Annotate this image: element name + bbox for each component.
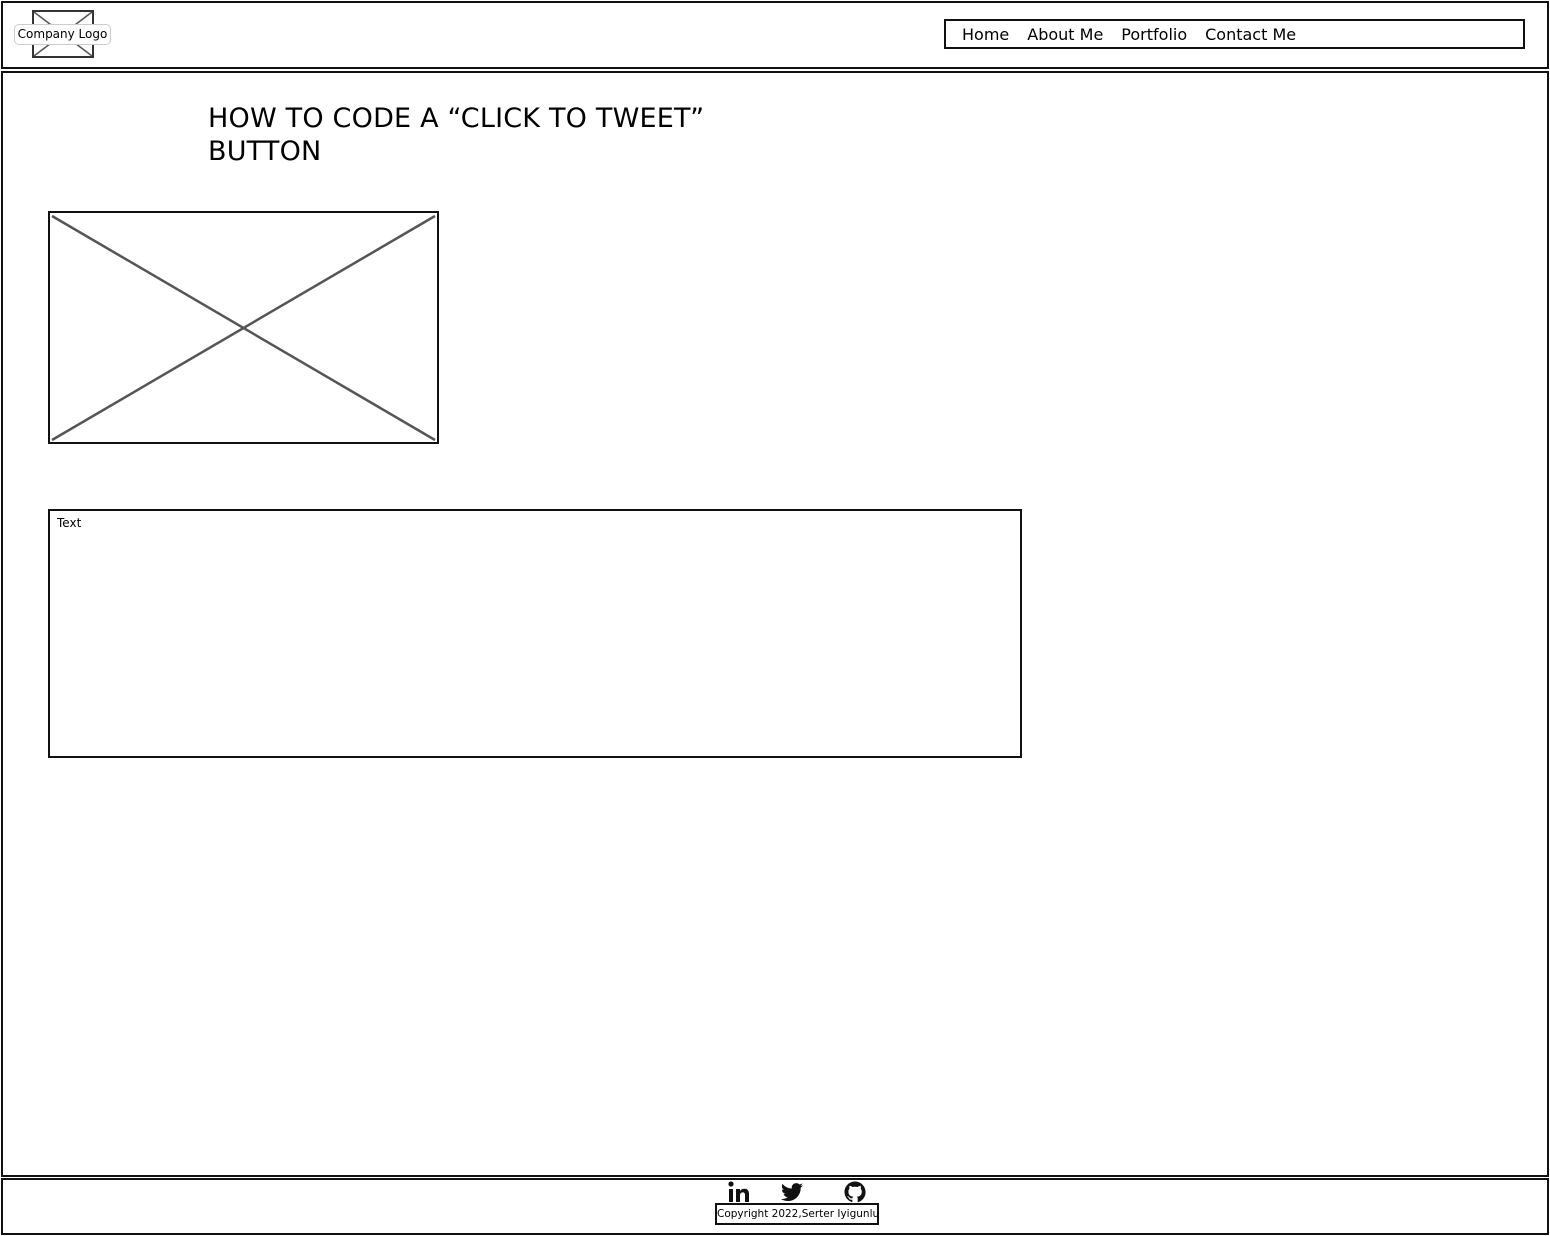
- twitter-icon[interactable]: [779, 1179, 805, 1205]
- github-icon[interactable]: [842, 1179, 868, 1205]
- page-title: HOW TO CODE A “CLICK TO TWEET” BUTTON: [208, 102, 728, 168]
- page-title-line-2: BUTTON: [208, 136, 322, 167]
- main-navigation: Home About Me Portfolio Contact Me: [944, 19, 1525, 49]
- company-logo-label: Company Logo: [14, 24, 111, 45]
- article-image-placeholder: [48, 211, 439, 444]
- image-placeholder-icon: [51, 214, 436, 442]
- nav-about-me[interactable]: About Me: [1027, 25, 1103, 44]
- page-title-line-1: HOW TO CODE A “CLICK TO TWEET”: [208, 103, 705, 134]
- nav-home[interactable]: Home: [962, 25, 1009, 44]
- article-text-box: Text: [48, 509, 1022, 758]
- linkedin-icon[interactable]: [726, 1179, 752, 1205]
- text-box-label: Text: [57, 516, 82, 530]
- nav-contact-me[interactable]: Contact Me: [1205, 25, 1296, 44]
- copyright-notice: Copyright 2022,Serter Iyigunlu: [715, 1203, 879, 1225]
- nav-portfolio[interactable]: Portfolio: [1121, 25, 1187, 44]
